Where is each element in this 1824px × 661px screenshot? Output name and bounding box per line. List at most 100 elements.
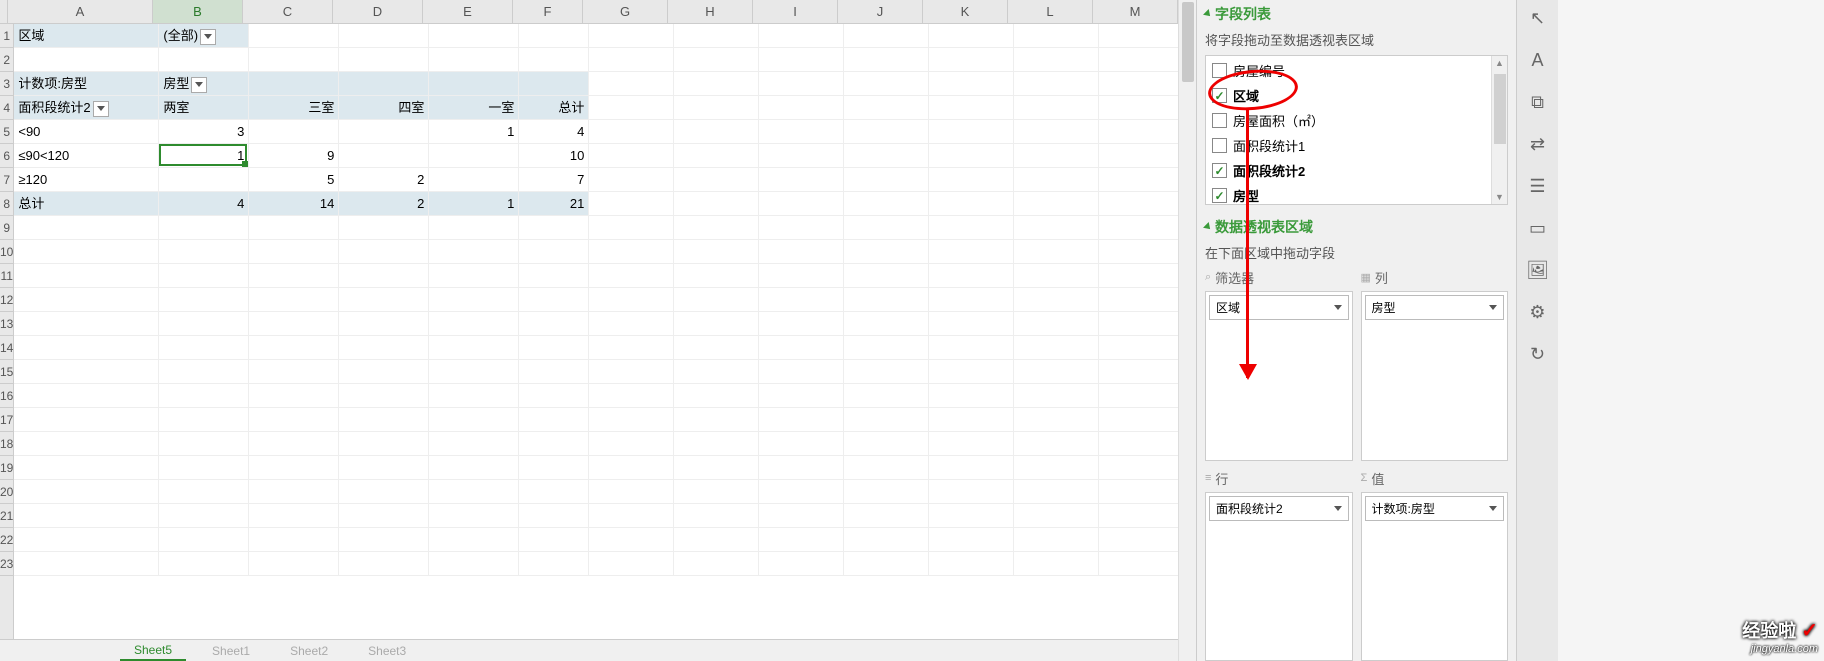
cell[interactable] (844, 24, 929, 48)
cell[interactable] (429, 72, 519, 96)
cell[interactable] (759, 360, 844, 384)
filter-dropzone[interactable]: 区域 (1205, 291, 1353, 461)
cell[interactable] (1014, 24, 1099, 48)
cell[interactable] (589, 312, 674, 336)
cell[interactable] (929, 456, 1014, 480)
cell[interactable] (339, 360, 429, 384)
cell[interactable] (759, 96, 844, 120)
cell[interactable] (1099, 168, 1178, 192)
row-header-21[interactable]: 21 (0, 504, 13, 528)
cell[interactable] (1099, 456, 1178, 480)
cell[interactable] (589, 336, 674, 360)
cell[interactable] (519, 48, 589, 72)
cell[interactable]: 2 (339, 168, 429, 192)
cell[interactable] (589, 264, 674, 288)
cell[interactable] (759, 504, 844, 528)
cell[interactable]: 21 (519, 192, 589, 216)
cell[interactable] (759, 264, 844, 288)
cell[interactable] (429, 336, 519, 360)
cell[interactable] (929, 360, 1014, 384)
cell[interactable] (929, 240, 1014, 264)
field-item[interactable]: 房屋面积（㎡） (1206, 108, 1507, 133)
cell[interactable] (844, 312, 929, 336)
cell[interactable] (159, 168, 249, 192)
field-item[interactable]: 房型 (1206, 183, 1507, 208)
cell[interactable] (519, 528, 589, 552)
cell[interactable] (674, 96, 759, 120)
cell[interactable] (519, 336, 589, 360)
cell[interactable] (1014, 240, 1099, 264)
cell[interactable] (429, 480, 519, 504)
cell[interactable] (589, 432, 674, 456)
cell[interactable] (589, 240, 674, 264)
cell[interactable] (519, 288, 589, 312)
cell[interactable] (844, 120, 929, 144)
cell[interactable] (14, 408, 159, 432)
cell[interactable] (844, 48, 929, 72)
cell[interactable] (339, 456, 429, 480)
cell[interactable] (249, 408, 339, 432)
cell[interactable] (844, 216, 929, 240)
cell[interactable] (249, 384, 339, 408)
cell[interactable] (674, 48, 759, 72)
cell[interactable] (159, 312, 249, 336)
sheet-tab[interactable]: Sheet2 (276, 642, 342, 660)
cell[interactable] (589, 360, 674, 384)
row-header-13[interactable]: 13 (0, 312, 13, 336)
cell[interactable] (249, 72, 339, 96)
refresh-icon[interactable]: ↻ (1526, 342, 1550, 366)
cell[interactable] (14, 240, 159, 264)
cell[interactable] (519, 360, 589, 384)
cell[interactable] (339, 240, 429, 264)
cell[interactable] (429, 312, 519, 336)
cell[interactable] (249, 456, 339, 480)
cell[interactable] (1099, 384, 1178, 408)
cell[interactable]: 7 (519, 168, 589, 192)
cell[interactable] (844, 288, 929, 312)
cell[interactable]: 四室 (339, 96, 429, 120)
cell[interactable]: 总计 (14, 192, 159, 216)
cell[interactable] (674, 24, 759, 48)
cell[interactable] (519, 240, 589, 264)
cell[interactable] (519, 552, 589, 576)
cell[interactable]: 总计 (519, 96, 589, 120)
cell[interactable] (159, 264, 249, 288)
cell[interactable] (1099, 216, 1178, 240)
cell[interactable] (929, 480, 1014, 504)
cell[interactable] (1099, 432, 1178, 456)
cell[interactable]: 2 (339, 192, 429, 216)
cell[interactable] (844, 72, 929, 96)
cell[interactable] (429, 24, 519, 48)
cell[interactable] (589, 456, 674, 480)
cell[interactable] (1014, 96, 1099, 120)
cell[interactable] (339, 336, 429, 360)
image-icon[interactable]: 🖼 (1526, 258, 1550, 282)
cell[interactable] (1099, 408, 1178, 432)
cell[interactable] (159, 240, 249, 264)
cell[interactable] (519, 504, 589, 528)
layout-icon[interactable]: ▭ (1526, 216, 1550, 240)
cell[interactable] (1014, 72, 1099, 96)
cell[interactable] (1014, 360, 1099, 384)
cell[interactable] (1014, 312, 1099, 336)
cell[interactable]: 1 (429, 192, 519, 216)
row-header-14[interactable]: 14 (0, 336, 13, 360)
cell[interactable] (339, 216, 429, 240)
cell[interactable]: 一室 (429, 96, 519, 120)
row-header-8[interactable]: 8 (0, 192, 13, 216)
cell[interactable] (519, 432, 589, 456)
cell[interactable] (844, 504, 929, 528)
cell[interactable] (1099, 528, 1178, 552)
cell[interactable] (1014, 552, 1099, 576)
cell[interactable] (14, 264, 159, 288)
cell[interactable] (429, 408, 519, 432)
cell[interactable] (759, 456, 844, 480)
cell[interactable]: 面积段统计2 (14, 96, 159, 120)
cell[interactable] (674, 240, 759, 264)
cell[interactable] (929, 504, 1014, 528)
cell[interactable] (339, 48, 429, 72)
cell[interactable] (759, 48, 844, 72)
cell[interactable] (519, 456, 589, 480)
field-list-scrollbar[interactable] (1491, 56, 1507, 204)
cell[interactable] (1014, 120, 1099, 144)
